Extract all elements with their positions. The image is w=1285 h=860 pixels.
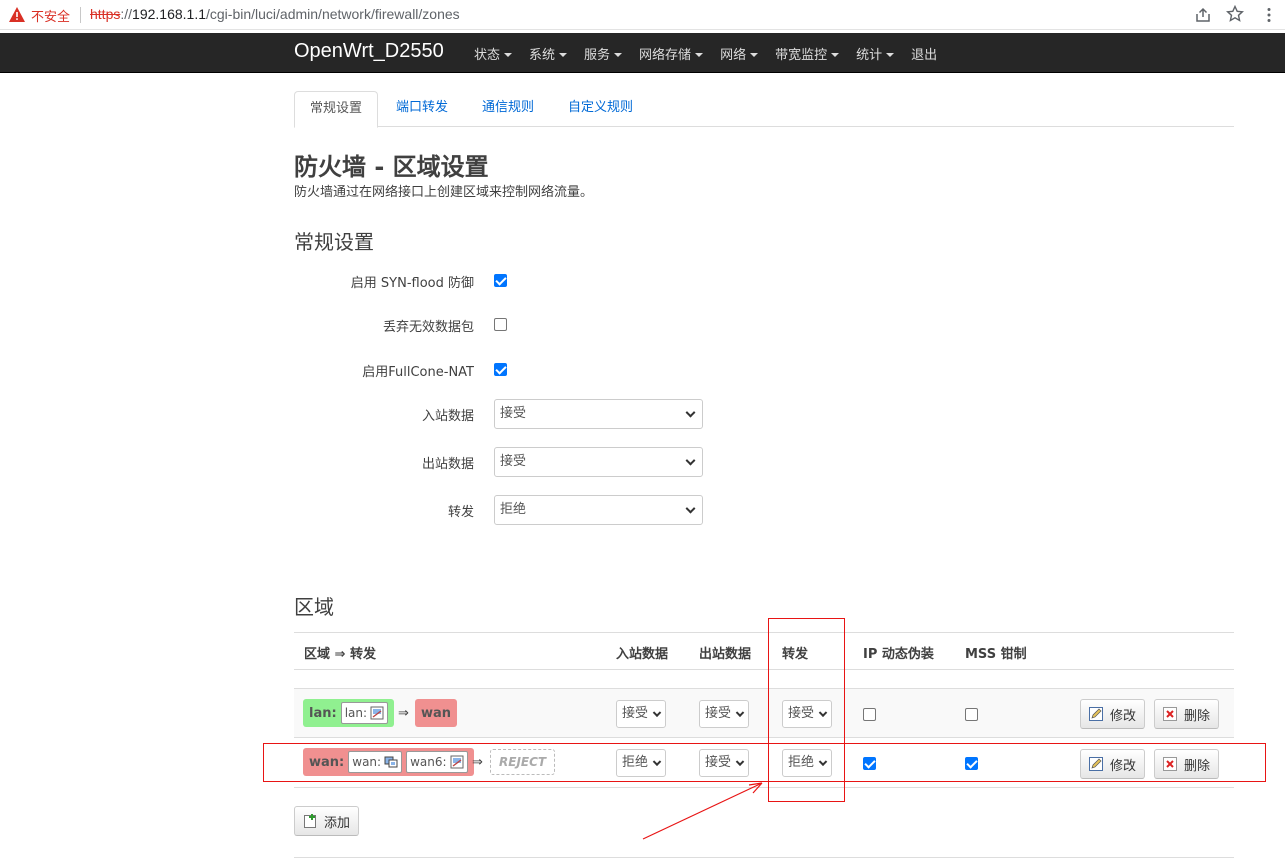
annotation-wan-row-box [263, 743, 1266, 782]
menu-services-label: 服务 [584, 47, 611, 63]
output-policy-select[interactable]: 接受 [494, 447, 703, 477]
delete-icon [1163, 707, 1177, 721]
bookmark-star-icon[interactable] [1226, 5, 1244, 23]
caret-down-icon [614, 53, 623, 57]
zones-table-header: 区域 ⇒ 转发 入站数据 出站数据 转发 IP 动态伪装 MSS 钳制 [294, 632, 1234, 670]
menu-bandwidth-label: 带宽监控 [775, 47, 828, 63]
general-section-title: 常规设置 [294, 230, 374, 254]
menu-bandwidth[interactable]: 带宽监控 [775, 44, 840, 63]
drop-invalid-label: 丢弃无效数据包 [382, 320, 474, 335]
caret-down-icon [886, 53, 895, 57]
zone-badge-lan[interactable]: lan: lan: [303, 699, 395, 727]
lan-edit-button[interactable]: 修改 [1080, 699, 1146, 729]
firewall-tabs: 常规设置 端口转发 通信规则 自定义规则 [294, 91, 1234, 128]
delete-label: 删除 [1184, 708, 1211, 724]
url-separator: :// [120, 6, 133, 22]
edit-icon [1089, 707, 1103, 721]
footer-divider [294, 857, 1234, 858]
url-path: /cgi-bin/luci/admin/network/firewall/zon… [206, 6, 460, 22]
input-policy-select[interactable]: 接受 [494, 399, 703, 429]
top-navbar: OpenWrt_D2550 状态 系统 服务 网络存储 网络 带宽监控 统计 退… [0, 33, 1285, 73]
zone-dest-wan: wan [415, 699, 458, 727]
network-interface-icon [370, 706, 384, 720]
menu-network[interactable]: 网络 [720, 44, 759, 63]
th-masquerade: IP 动态伪装 [863, 647, 934, 662]
fullcone-checkbox[interactable] [494, 363, 507, 376]
menu-status[interactable]: 状态 [474, 44, 513, 63]
tab-general[interactable]: 常规设置 [294, 91, 379, 128]
zone-row-lan: lan: lan: ⇒ wan 接受 接受 接受 修改 删除 [294, 688, 1234, 738]
main-menu: 状态 系统 服务 网络存储 网络 带宽监控 统计 退出 [474, 33, 954, 73]
output-policy-label: 出站数据 [421, 457, 474, 472]
forward-policy-label: 转发 [447, 505, 474, 520]
insecure-label[interactable]: 不安全 [31, 6, 70, 25]
lan-mss-checkbox[interactable] [965, 708, 978, 721]
chevron-down-icon [652, 708, 662, 718]
th-output: 出站数据 [699, 647, 752, 662]
caret-down-icon [504, 53, 513, 57]
warning-icon [9, 7, 25, 22]
caret-down-icon [559, 53, 568, 57]
forward-arrow: ⇒ [398, 706, 409, 721]
tab-port-forward[interactable]: 端口转发 [381, 91, 463, 127]
lan-output-value: 接受 [705, 706, 732, 721]
chevron-down-icon [685, 455, 696, 466]
menu-logout-label: 退出 [911, 47, 938, 63]
menu-statistics-label: 统计 [856, 47, 883, 63]
menu-statistics[interactable]: 统计 [856, 44, 895, 63]
tab-custom-rules[interactable]: 自定义规则 [553, 91, 648, 127]
chevron-down-icon [685, 407, 696, 418]
output-policy-value: 接受 [500, 454, 527, 469]
browser-address-bar: 不安全 https://192.168.1.1/cgi-bin/luci/adm… [0, 0, 1285, 30]
menu-system[interactable]: 系统 [529, 44, 568, 63]
menu-services[interactable]: 服务 [584, 44, 623, 63]
zone-name: lan: [309, 705, 337, 721]
menu-nas[interactable]: 网络存储 [639, 44, 704, 63]
forward-policy-select[interactable]: 拒绝 [494, 495, 703, 525]
input-policy-label: 入站数据 [421, 409, 474, 424]
syn-flood-label: 启用 SYN-flood 防御 [350, 276, 474, 291]
lan-input-value: 接受 [622, 706, 649, 721]
menu-nas-label: 网络存储 [639, 47, 692, 63]
dest-zone-name: wan [421, 705, 452, 721]
address-separator [80, 7, 81, 23]
edit-label: 修改 [1110, 708, 1137, 724]
browser-menu-icon[interactable] [1260, 6, 1278, 24]
page-title: 防火墙 - 区域设置 [294, 153, 489, 181]
chevron-down-icon [685, 503, 696, 514]
fullcone-label: 启用FullCone-NAT [362, 365, 474, 380]
tab-traffic-rules[interactable]: 通信规则 [467, 91, 549, 127]
menu-network-label: 网络 [720, 47, 747, 63]
forward-policy-value: 拒绝 [500, 502, 527, 517]
lan-input-select[interactable]: 接受 [616, 700, 666, 728]
url-host: 192.168.1.1 [132, 6, 206, 22]
zones-section-title: 区域 [294, 595, 334, 619]
lan-delete-button[interactable]: 删除 [1154, 699, 1220, 729]
chevron-down-icon [735, 708, 745, 718]
lan-masquerade-checkbox[interactable] [863, 708, 876, 721]
add-zone-button[interactable]: 添加 [294, 806, 360, 836]
brand-title[interactable]: OpenWrt_D2550 [294, 40, 444, 63]
share-icon[interactable] [1194, 6, 1212, 24]
menu-system-label: 系统 [529, 47, 556, 63]
add-label: 添加 [324, 815, 351, 831]
url-scheme: https [90, 6, 121, 22]
interface-name: lan: [344, 706, 368, 720]
page-description: 防火墙通过在网络接口上创建区域来控制网络流量。 [294, 185, 594, 200]
caret-down-icon [695, 53, 704, 57]
url-field[interactable]: https://192.168.1.1/cgi-bin/luci/admin/n… [90, 6, 460, 22]
interface-chip-lan: lan: [340, 702, 389, 724]
th-input: 入站数据 [616, 647, 669, 662]
caret-down-icon [750, 53, 759, 57]
menu-logout[interactable]: 退出 [911, 44, 937, 63]
lan-output-select[interactable]: 接受 [699, 700, 749, 728]
input-policy-value: 接受 [500, 406, 527, 421]
drop-invalid-checkbox[interactable] [494, 318, 507, 331]
menu-status-label: 状态 [474, 47, 501, 63]
th-mss-clamping: MSS 钳制 [965, 647, 1027, 662]
add-icon [304, 814, 316, 828]
th-zone-forward: 区域 ⇒ 转发 [304, 647, 376, 662]
syn-flood-checkbox[interactable] [494, 274, 507, 287]
caret-down-icon [831, 53, 840, 57]
